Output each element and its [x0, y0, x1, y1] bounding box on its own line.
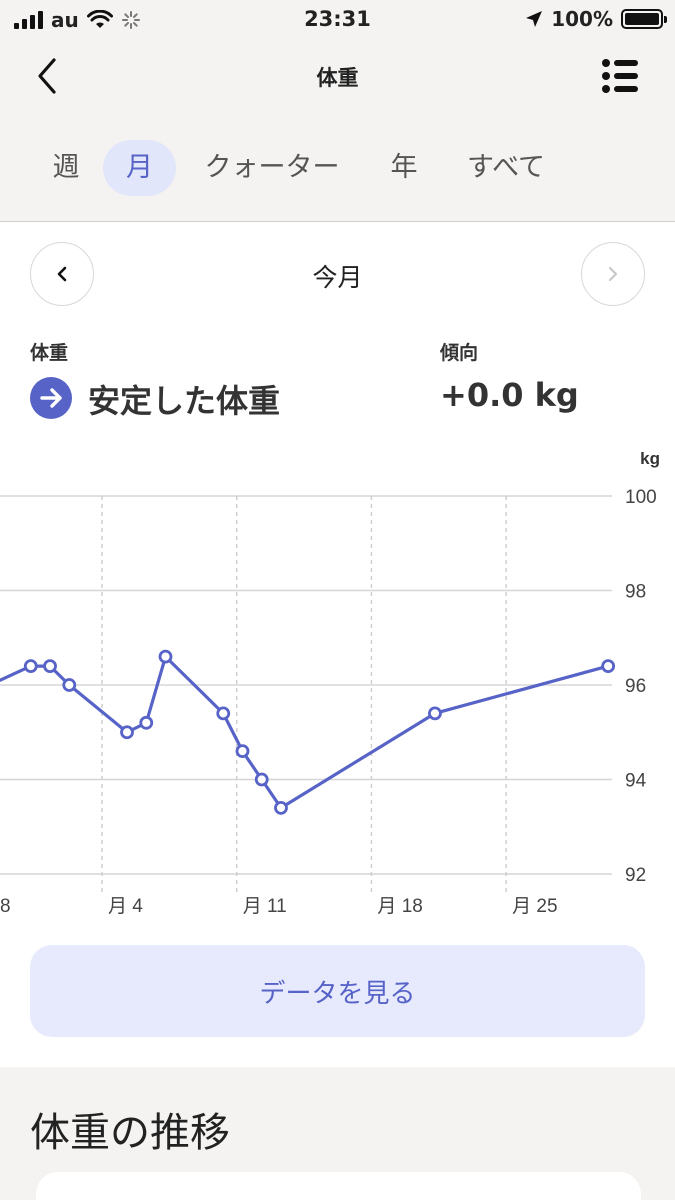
data-point: [62, 678, 77, 692]
list-icon: [602, 59, 638, 93]
list-menu-button[interactable]: [601, 58, 639, 94]
y-tick-label: 98: [625, 582, 646, 603]
data-point: [120, 725, 134, 740]
data-point: [158, 649, 173, 664]
data-point: [139, 715, 154, 730]
chevron-right-icon: [608, 266, 618, 282]
weight-status: 安定した体重: [88, 382, 281, 420]
y-tick-label: 100: [625, 487, 657, 508]
location-arrow-icon: [526, 11, 543, 27]
weight-chart: kg 100 98 96 94 92 8 月 4 月 11 月 18 月 25: [0, 449, 660, 917]
data-point: [254, 772, 269, 787]
tab-week[interactable]: 週: [36, 140, 96, 196]
data-point: [235, 744, 250, 759]
y-tick-label: 94: [625, 771, 647, 792]
battery-percent: 100%: [551, 7, 613, 31]
data-point: [274, 800, 288, 815]
data-point: [216, 706, 231, 721]
trend-direction-badge: [30, 377, 72, 419]
tab-all[interactable]: すべて: [452, 140, 560, 196]
battery-icon: [621, 9, 667, 29]
trend-card: [36, 1172, 641, 1200]
x-tick-label: 月 25: [512, 896, 557, 917]
period-label: 今月: [312, 263, 363, 292]
x-tick-label: 8: [0, 896, 11, 917]
data-point: [601, 659, 616, 674]
trend-value: +0.0 kg: [440, 376, 579, 414]
page-title: 体重: [316, 66, 359, 90]
view-data-button[interactable]: データを見る: [30, 945, 645, 1037]
arrow-right-icon: [40, 388, 62, 408]
y-tick-label: 96: [625, 676, 646, 697]
x-tick-label: 月 11: [243, 896, 287, 917]
tab-year[interactable]: 年: [374, 140, 434, 196]
trend-label: 傾向: [440, 342, 479, 364]
x-tick-label: 月 18: [377, 896, 422, 917]
period-tabs: 週 月 クォーター 年 すべて: [0, 130, 675, 200]
unit-label: kg: [640, 449, 660, 468]
series-line: [0, 655, 610, 810]
data-point: [43, 659, 57, 674]
nav-bar: 体重: [0, 40, 675, 112]
weight-label: 体重: [30, 342, 69, 364]
section-title: 体重の推移: [30, 1110, 230, 1156]
data-point: [428, 706, 442, 721]
status-bar: au 23:31 100%: [0, 0, 675, 40]
data-point: [23, 659, 38, 674]
status-right: 100%: [525, 7, 667, 31]
x-tick-label: 月 4: [108, 896, 143, 917]
next-period-button[interactable]: [581, 242, 645, 306]
y-tick-label: 92: [625, 865, 646, 886]
tab-month[interactable]: 月: [103, 140, 176, 196]
weight-card: 今月 体重 傾向 安定した体重 +0.0 kg kg 100 98 96 94 92 8 月 …: [0, 222, 675, 1067]
tab-quarter[interactable]: クォーター: [196, 140, 348, 196]
